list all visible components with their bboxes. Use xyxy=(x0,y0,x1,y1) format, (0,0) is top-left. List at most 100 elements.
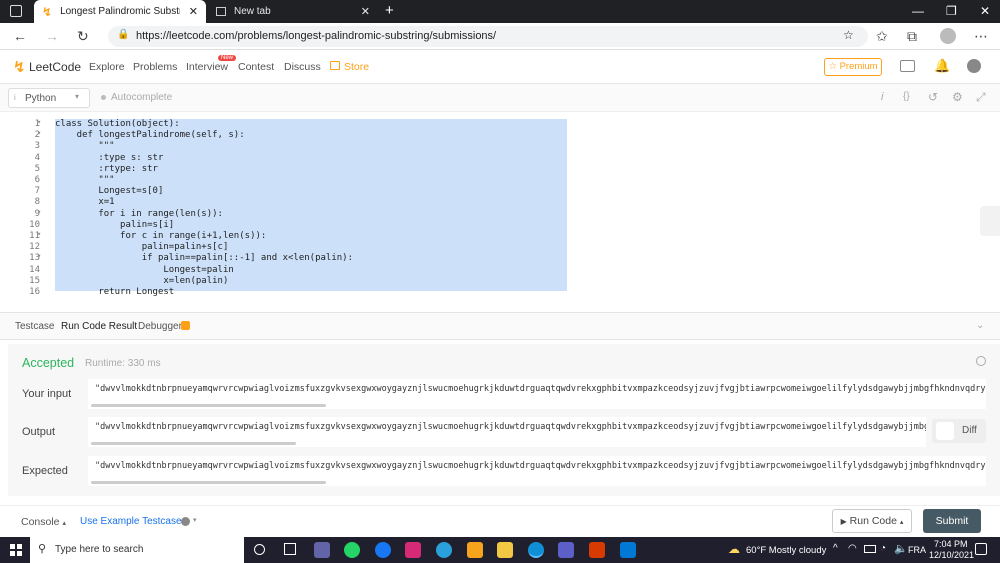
weather-icon[interactable]: ☁ xyxy=(728,542,740,556)
language-indicator[interactable]: FRA xyxy=(908,545,926,555)
code-line: Longest=palin xyxy=(55,264,234,275)
clock-time[interactable]: 7:04 PM xyxy=(934,539,968,549)
collapse-chevron-icon[interactable]: ⌄ xyxy=(976,320,984,331)
output-scrollbar[interactable] xyxy=(91,442,296,445)
code-line: palin=s[i] xyxy=(55,219,175,230)
fullscreen-icon[interactable]: ⤢ xyxy=(976,90,986,105)
nav-explore[interactable]: Explore xyxy=(89,61,125,73)
back-icon[interactable]: ← xyxy=(13,28,27,44)
whatsapp-icon[interactable] xyxy=(344,542,360,558)
battery-icon[interactable] xyxy=(864,545,876,553)
facebook-icon[interactable] xyxy=(375,542,391,558)
tab-run-code-result[interactable]: Run Code Result xyxy=(61,321,137,332)
autocomplete-label[interactable]: Autocomplete xyxy=(111,92,172,103)
tab-testcase[interactable]: Testcase xyxy=(15,321,54,332)
output-value-box[interactable]: "dwvvlmokkdtnbrpnueyamqwrvrcwpwiaglvoizm… xyxy=(88,417,926,447)
store-app-icon[interactable] xyxy=(314,542,330,558)
teams-icon[interactable] xyxy=(558,542,574,558)
network-icon[interactable]: ◠ xyxy=(848,543,857,554)
expected-value-box[interactable]: "dwvvlmokkdtnbrpnueyamqwrvrcwpwiaglvoizm… xyxy=(88,456,986,486)
orange-app-icon[interactable] xyxy=(467,542,483,558)
use-example-testcases-link[interactable]: Use Example Testcases xyxy=(80,516,187,527)
vscode-icon[interactable] xyxy=(620,542,636,558)
favorite-star-icon[interactable]: ☆ xyxy=(843,28,854,42)
settings-icon[interactable]: ⚙ xyxy=(952,90,963,104)
notifications-icon[interactable] xyxy=(975,543,987,555)
newtab-favicon-icon xyxy=(216,7,226,16)
close-tab-icon[interactable]: ✕ xyxy=(361,5,370,18)
console-button[interactable]: Console ▴ xyxy=(21,516,66,528)
collections-icon[interactable]: ⧉ xyxy=(907,28,917,45)
language-select[interactable]: i Python ▾ xyxy=(8,88,90,108)
result-status: Accepted xyxy=(22,356,75,370)
line-number: 7 xyxy=(34,186,40,197)
address-bar-row: ← → ↻ 🔒 https://leetcode.com/problems/lo… xyxy=(0,23,1000,50)
windows-start-icon[interactable] xyxy=(10,544,22,556)
autocomplete-dot-icon[interactable] xyxy=(101,95,106,100)
task-view-icon[interactable] xyxy=(284,543,296,555)
help-icon[interactable] xyxy=(976,356,986,366)
info-icon[interactable]: i xyxy=(881,91,883,103)
run-code-button[interactable]: ▶ Run Code ▴ xyxy=(832,509,912,533)
fold-arrow-icon[interactable]: ▾ xyxy=(37,208,41,216)
profile-avatar[interactable] xyxy=(940,28,956,44)
telegram-icon[interactable] xyxy=(436,542,452,558)
side-panel-handle[interactable] xyxy=(980,206,1000,236)
notification-bell-icon[interactable]: 🔔 xyxy=(934,58,950,74)
leetcode-logo-icon[interactable]: ↯ xyxy=(13,58,26,76)
playground-icon[interactable] xyxy=(900,60,915,72)
leetcode-logo-text[interactable]: LeetCode xyxy=(29,60,81,74)
close-tab-icon[interactable]: ✕ xyxy=(189,5,198,18)
tab-new-tab[interactable]: New tab ✕ xyxy=(208,0,378,23)
fold-arrow-icon[interactable]: ▾ xyxy=(37,118,41,126)
nav-interview[interactable]: Interview xyxy=(186,61,228,73)
new-tab-plus-icon[interactable]: + xyxy=(385,2,394,19)
reset-icon[interactable]: ↺ xyxy=(928,90,938,104)
user-avatar[interactable] xyxy=(967,59,981,73)
nav-discuss[interactable]: Discuss xyxy=(284,61,321,73)
close-window-icon[interactable]: ✕ xyxy=(980,4,990,18)
submit-button[interactable]: Submit xyxy=(923,509,981,533)
minimize-icon[interactable]: — xyxy=(912,4,924,18)
url-field[interactable]: 🔒 https://leetcode.com/problems/longest-… xyxy=(108,26,868,47)
code-line: def longestPalindrome(self, s): xyxy=(55,130,245,141)
expected-value: "dwvvlmokkdtnbrpnueyamqwrvrcwpwiaglvoizm… xyxy=(95,461,986,471)
diff-toggle[interactable]: Diff xyxy=(932,419,986,443)
input-scrollbar[interactable] xyxy=(91,404,326,407)
file-explorer-icon[interactable] xyxy=(497,542,513,558)
help-circle-icon[interactable] xyxy=(181,517,190,526)
volume-icon[interactable]: 🔈 xyxy=(894,542,908,555)
fold-arrow-icon[interactable]: ▾ xyxy=(37,230,41,238)
nav-problems[interactable]: Problems xyxy=(133,61,177,73)
code-editor[interactable]: 1 ▾ class Solution(object): 2 ▾ def longestP… xyxy=(0,113,1000,311)
instagram-icon[interactable] xyxy=(405,542,421,558)
braces-icon[interactable]: {} xyxy=(903,91,910,102)
taskbar-search[interactable]: ⚲ Type here to search xyxy=(30,537,244,563)
cortana-icon[interactable] xyxy=(254,544,265,555)
weather-text[interactable]: 60°F Mostly cloudy xyxy=(746,545,826,556)
nav-store[interactable]: Store xyxy=(344,61,369,73)
nav-contest[interactable]: Contest xyxy=(238,61,274,73)
tab-longest-palindromic[interactable]: ↯ Longest Palindromic Substring - ✕ xyxy=(34,0,206,23)
runtime-text: Runtime: 330 ms xyxy=(85,358,161,369)
wifi-icon[interactable]: ◔ xyxy=(880,543,886,554)
premium-button[interactable]: ☆ Premium xyxy=(824,58,882,76)
input-value-box[interactable]: "dwvvlmokkdtnbrpnueyamqwrvrcwpwiaglvoizm… xyxy=(88,379,986,409)
reload-icon[interactable]: ↻ xyxy=(77,28,89,45)
favorites-icon[interactable]: ✩ xyxy=(876,28,888,45)
fold-arrow-icon[interactable]: ▾ xyxy=(37,129,41,137)
clock-date[interactable]: 12/10/2021 xyxy=(929,550,974,560)
input-label: Your input xyxy=(22,388,72,400)
tab-debugger[interactable]: Debugger xyxy=(138,321,182,332)
tab-actions-icon[interactable] xyxy=(10,5,22,17)
expected-scrollbar[interactable] xyxy=(91,481,326,484)
edge-browser-icon[interactable] xyxy=(528,542,544,558)
restore-icon[interactable]: ❐ xyxy=(946,4,957,18)
more-menu-icon[interactable]: ⋯ xyxy=(974,28,988,45)
fold-arrow-icon[interactable]: ▾ xyxy=(37,252,41,260)
help-caret-icon[interactable]: ▾ xyxy=(193,516,197,524)
input-value: "dwvvlmokkdtnbrpnueyamqwrvrcwpwiaglvoizm… xyxy=(95,384,986,394)
office-icon[interactable] xyxy=(589,542,605,558)
tray-chevron-icon[interactable]: ^ xyxy=(833,543,838,554)
forward-icon[interactable]: → xyxy=(45,28,59,44)
